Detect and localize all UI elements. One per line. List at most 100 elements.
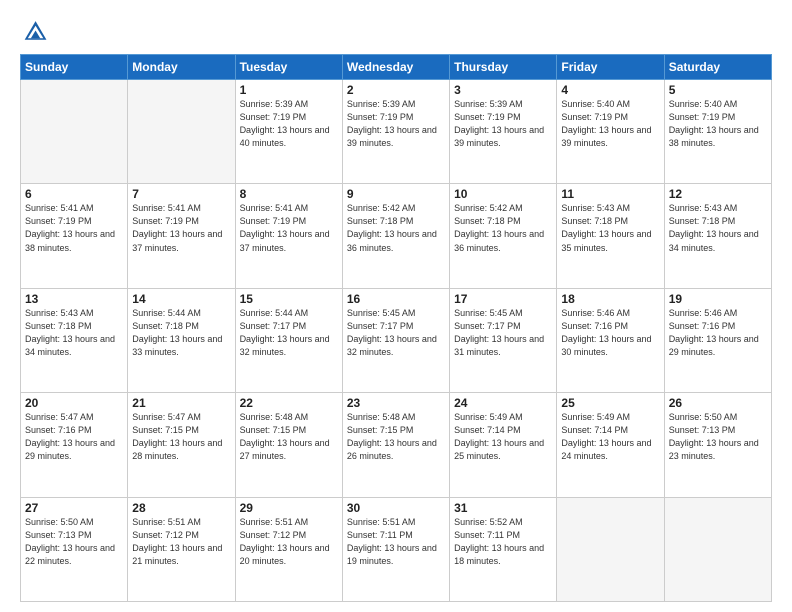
calendar-cell: 18Sunrise: 5:46 AM Sunset: 7:16 PM Dayli…: [557, 288, 664, 392]
day-number: 10: [454, 187, 552, 201]
day-number: 13: [25, 292, 123, 306]
day-number: 8: [240, 187, 338, 201]
day-info: Sunrise: 5:52 AM Sunset: 7:11 PM Dayligh…: [454, 516, 552, 568]
calendar-cell: 16Sunrise: 5:45 AM Sunset: 7:17 PM Dayli…: [342, 288, 449, 392]
calendar-cell: 9Sunrise: 5:42 AM Sunset: 7:18 PM Daylig…: [342, 184, 449, 288]
week-row-3: 13Sunrise: 5:43 AM Sunset: 7:18 PM Dayli…: [21, 288, 772, 392]
day-info: Sunrise: 5:48 AM Sunset: 7:15 PM Dayligh…: [240, 411, 338, 463]
calendar-cell: 31Sunrise: 5:52 AM Sunset: 7:11 PM Dayli…: [450, 497, 557, 601]
day-info: Sunrise: 5:39 AM Sunset: 7:19 PM Dayligh…: [454, 98, 552, 150]
logo: [20, 18, 52, 46]
calendar-cell: 22Sunrise: 5:48 AM Sunset: 7:15 PM Dayli…: [235, 393, 342, 497]
day-number: 17: [454, 292, 552, 306]
calendar-cell: 3Sunrise: 5:39 AM Sunset: 7:19 PM Daylig…: [450, 80, 557, 184]
calendar-cell: 5Sunrise: 5:40 AM Sunset: 7:19 PM Daylig…: [664, 80, 771, 184]
calendar-cell: 23Sunrise: 5:48 AM Sunset: 7:15 PM Dayli…: [342, 393, 449, 497]
day-number: 15: [240, 292, 338, 306]
calendar-table: SundayMondayTuesdayWednesdayThursdayFrid…: [20, 54, 772, 602]
day-info: Sunrise: 5:47 AM Sunset: 7:15 PM Dayligh…: [132, 411, 230, 463]
day-info: Sunrise: 5:49 AM Sunset: 7:14 PM Dayligh…: [454, 411, 552, 463]
day-info: Sunrise: 5:47 AM Sunset: 7:16 PM Dayligh…: [25, 411, 123, 463]
calendar-cell: 4Sunrise: 5:40 AM Sunset: 7:19 PM Daylig…: [557, 80, 664, 184]
week-row-4: 20Sunrise: 5:47 AM Sunset: 7:16 PM Dayli…: [21, 393, 772, 497]
calendar-cell: 15Sunrise: 5:44 AM Sunset: 7:17 PM Dayli…: [235, 288, 342, 392]
day-number: 28: [132, 501, 230, 515]
calendar-cell: 8Sunrise: 5:41 AM Sunset: 7:19 PM Daylig…: [235, 184, 342, 288]
day-number: 23: [347, 396, 445, 410]
day-number: 29: [240, 501, 338, 515]
day-info: Sunrise: 5:48 AM Sunset: 7:15 PM Dayligh…: [347, 411, 445, 463]
day-info: Sunrise: 5:51 AM Sunset: 7:11 PM Dayligh…: [347, 516, 445, 568]
day-number: 22: [240, 396, 338, 410]
calendar-cell: 28Sunrise: 5:51 AM Sunset: 7:12 PM Dayli…: [128, 497, 235, 601]
day-number: 4: [561, 83, 659, 97]
calendar-cell: [21, 80, 128, 184]
day-info: Sunrise: 5:43 AM Sunset: 7:18 PM Dayligh…: [669, 202, 767, 254]
week-row-1: 1Sunrise: 5:39 AM Sunset: 7:19 PM Daylig…: [21, 80, 772, 184]
calendar-cell: 17Sunrise: 5:45 AM Sunset: 7:17 PM Dayli…: [450, 288, 557, 392]
day-info: Sunrise: 5:40 AM Sunset: 7:19 PM Dayligh…: [669, 98, 767, 150]
day-number: 18: [561, 292, 659, 306]
calendar-cell: 12Sunrise: 5:43 AM Sunset: 7:18 PM Dayli…: [664, 184, 771, 288]
day-number: 14: [132, 292, 230, 306]
day-info: Sunrise: 5:39 AM Sunset: 7:19 PM Dayligh…: [240, 98, 338, 150]
day-number: 26: [669, 396, 767, 410]
col-header-monday: Monday: [128, 55, 235, 80]
day-number: 19: [669, 292, 767, 306]
day-number: 27: [25, 501, 123, 515]
day-number: 5: [669, 83, 767, 97]
page: SundayMondayTuesdayWednesdayThursdayFrid…: [0, 0, 792, 612]
day-info: Sunrise: 5:42 AM Sunset: 7:18 PM Dayligh…: [347, 202, 445, 254]
day-info: Sunrise: 5:50 AM Sunset: 7:13 PM Dayligh…: [669, 411, 767, 463]
week-row-5: 27Sunrise: 5:50 AM Sunset: 7:13 PM Dayli…: [21, 497, 772, 601]
calendar-cell: 11Sunrise: 5:43 AM Sunset: 7:18 PM Dayli…: [557, 184, 664, 288]
logo-icon: [20, 18, 48, 46]
day-info: Sunrise: 5:39 AM Sunset: 7:19 PM Dayligh…: [347, 98, 445, 150]
day-number: 30: [347, 501, 445, 515]
day-number: 25: [561, 396, 659, 410]
calendar-cell: 2Sunrise: 5:39 AM Sunset: 7:19 PM Daylig…: [342, 80, 449, 184]
calendar-header-row: SundayMondayTuesdayWednesdayThursdayFrid…: [21, 55, 772, 80]
calendar-cell: 21Sunrise: 5:47 AM Sunset: 7:15 PM Dayli…: [128, 393, 235, 497]
calendar-cell: 30Sunrise: 5:51 AM Sunset: 7:11 PM Dayli…: [342, 497, 449, 601]
week-row-2: 6Sunrise: 5:41 AM Sunset: 7:19 PM Daylig…: [21, 184, 772, 288]
day-number: 12: [669, 187, 767, 201]
calendar-cell: 24Sunrise: 5:49 AM Sunset: 7:14 PM Dayli…: [450, 393, 557, 497]
calendar-cell: [557, 497, 664, 601]
calendar-cell: 7Sunrise: 5:41 AM Sunset: 7:19 PM Daylig…: [128, 184, 235, 288]
day-number: 20: [25, 396, 123, 410]
day-info: Sunrise: 5:50 AM Sunset: 7:13 PM Dayligh…: [25, 516, 123, 568]
day-number: 31: [454, 501, 552, 515]
day-info: Sunrise: 5:40 AM Sunset: 7:19 PM Dayligh…: [561, 98, 659, 150]
calendar-cell: 29Sunrise: 5:51 AM Sunset: 7:12 PM Dayli…: [235, 497, 342, 601]
day-number: 21: [132, 396, 230, 410]
day-info: Sunrise: 5:46 AM Sunset: 7:16 PM Dayligh…: [669, 307, 767, 359]
calendar-cell: 25Sunrise: 5:49 AM Sunset: 7:14 PM Dayli…: [557, 393, 664, 497]
calendar-cell: 13Sunrise: 5:43 AM Sunset: 7:18 PM Dayli…: [21, 288, 128, 392]
day-info: Sunrise: 5:45 AM Sunset: 7:17 PM Dayligh…: [347, 307, 445, 359]
calendar-cell: 10Sunrise: 5:42 AM Sunset: 7:18 PM Dayli…: [450, 184, 557, 288]
calendar-cell: 1Sunrise: 5:39 AM Sunset: 7:19 PM Daylig…: [235, 80, 342, 184]
day-info: Sunrise: 5:42 AM Sunset: 7:18 PM Dayligh…: [454, 202, 552, 254]
day-number: 1: [240, 83, 338, 97]
day-info: Sunrise: 5:41 AM Sunset: 7:19 PM Dayligh…: [25, 202, 123, 254]
calendar-cell: [128, 80, 235, 184]
day-number: 9: [347, 187, 445, 201]
day-number: 7: [132, 187, 230, 201]
calendar-cell: 27Sunrise: 5:50 AM Sunset: 7:13 PM Dayli…: [21, 497, 128, 601]
col-header-saturday: Saturday: [664, 55, 771, 80]
day-info: Sunrise: 5:41 AM Sunset: 7:19 PM Dayligh…: [240, 202, 338, 254]
calendar-cell: 6Sunrise: 5:41 AM Sunset: 7:19 PM Daylig…: [21, 184, 128, 288]
day-info: Sunrise: 5:46 AM Sunset: 7:16 PM Dayligh…: [561, 307, 659, 359]
col-header-wednesday: Wednesday: [342, 55, 449, 80]
calendar-cell: 14Sunrise: 5:44 AM Sunset: 7:18 PM Dayli…: [128, 288, 235, 392]
day-info: Sunrise: 5:51 AM Sunset: 7:12 PM Dayligh…: [132, 516, 230, 568]
col-header-sunday: Sunday: [21, 55, 128, 80]
day-number: 16: [347, 292, 445, 306]
day-info: Sunrise: 5:49 AM Sunset: 7:14 PM Dayligh…: [561, 411, 659, 463]
col-header-friday: Friday: [557, 55, 664, 80]
day-info: Sunrise: 5:43 AM Sunset: 7:18 PM Dayligh…: [25, 307, 123, 359]
day-info: Sunrise: 5:44 AM Sunset: 7:17 PM Dayligh…: [240, 307, 338, 359]
day-info: Sunrise: 5:44 AM Sunset: 7:18 PM Dayligh…: [132, 307, 230, 359]
col-header-thursday: Thursday: [450, 55, 557, 80]
